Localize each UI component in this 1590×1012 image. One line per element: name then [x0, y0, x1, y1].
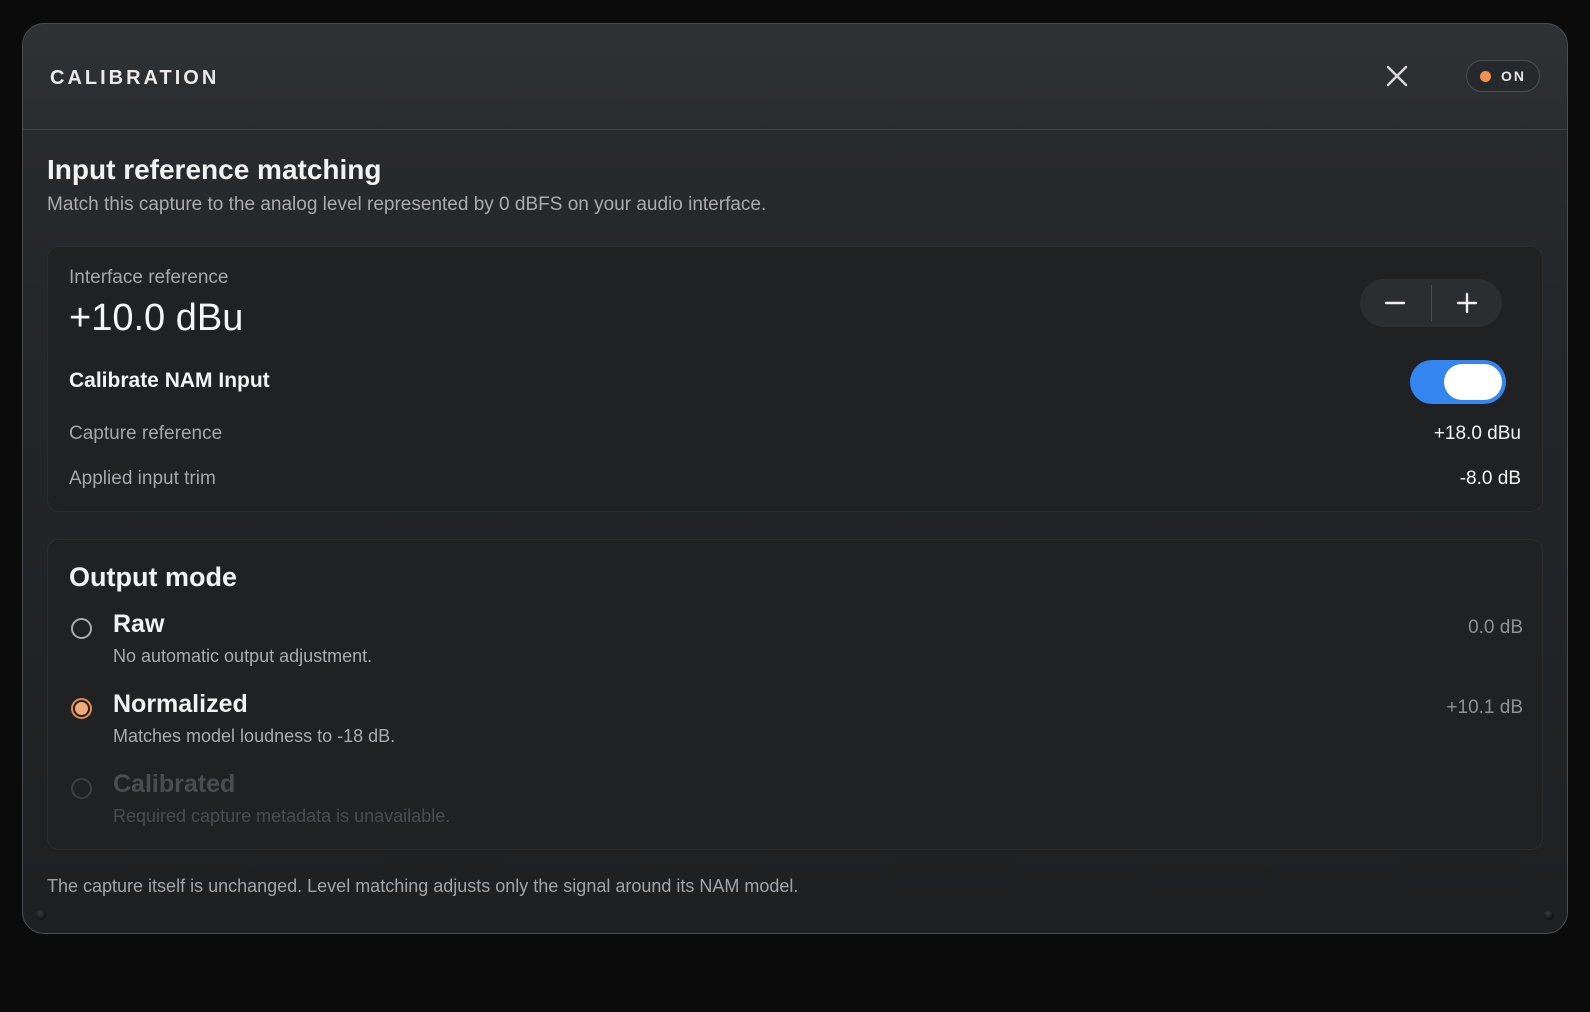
normalized-radio[interactable]: [71, 698, 92, 719]
power-toggle-button[interactable]: ON: [1466, 60, 1540, 92]
output-mode-card: Output mode Raw No automatic output adju…: [47, 539, 1543, 850]
toggle-knob: [1444, 364, 1502, 400]
input-reference-card: Interface reference +10.0 dBu Calibrate …: [47, 246, 1543, 512]
interface-reference-label: Interface reference: [69, 267, 229, 288]
decrement-button[interactable]: [1360, 279, 1431, 327]
calibrate-nam-input-label: Calibrate NAM Input: [69, 369, 270, 392]
footer-note: The capture itself is unchanged. Level m…: [47, 876, 799, 896]
applied-input-trim-label: Applied input trim: [69, 468, 216, 489]
option-description: Required capture metadata is unavailable…: [113, 806, 451, 826]
output-mode-title: Output mode: [69, 562, 237, 592]
option-name: Calibrated: [113, 770, 236, 798]
option-description: No automatic output adjustment.: [113, 646, 373, 666]
panel-header: CALIBRATION ON: [23, 24, 1567, 130]
calibration-panel: CALIBRATION ON Input reference matching …: [22, 23, 1568, 934]
minus-icon: [1385, 301, 1406, 305]
raw-radio[interactable]: [71, 618, 92, 639]
capture-reference-value: +18.0 dBu: [1433, 423, 1521, 444]
increment-button[interactable]: [1432, 279, 1503, 327]
calibrated-radio: [71, 778, 92, 799]
panel-title: CALIBRATION: [50, 67, 220, 89]
output-mode-option-calibrated: Calibrated Required capture metadata is …: [69, 770, 1523, 834]
option-name: Raw: [113, 610, 165, 638]
screw-bottom-left: [36, 910, 46, 920]
power-label: ON: [1501, 68, 1526, 84]
option-gain-value: +10.1 dB: [1446, 697, 1523, 718]
option-name: Normalized: [113, 690, 248, 718]
section-title: Input reference matching: [47, 154, 382, 185]
close-button[interactable]: [1385, 64, 1409, 88]
power-indicator-dot: [1480, 70, 1491, 82]
option-gain-value: 0.0 dB: [1468, 617, 1523, 638]
interface-reference-value: +10.0 dBu: [69, 297, 244, 339]
plus-icon: [1456, 292, 1477, 314]
calibrate-nam-input-toggle[interactable]: [1410, 360, 1506, 404]
screw-bottom-right: [1544, 910, 1554, 920]
close-icon: [1386, 65, 1408, 87]
output-mode-option-raw[interactable]: Raw No automatic output adjustment. 0.0 …: [69, 610, 1523, 674]
section-subtitle: Match this capture to the analog level r…: [47, 194, 767, 215]
capture-reference-label: Capture reference: [69, 423, 223, 444]
interface-reference-stepper: [1360, 279, 1502, 327]
output-mode-option-normalized[interactable]: Normalized Matches model loudness to -18…: [69, 690, 1523, 754]
applied-input-trim-value: -8.0 dB: [1459, 468, 1521, 489]
option-description: Matches model loudness to -18 dB.: [113, 726, 396, 746]
